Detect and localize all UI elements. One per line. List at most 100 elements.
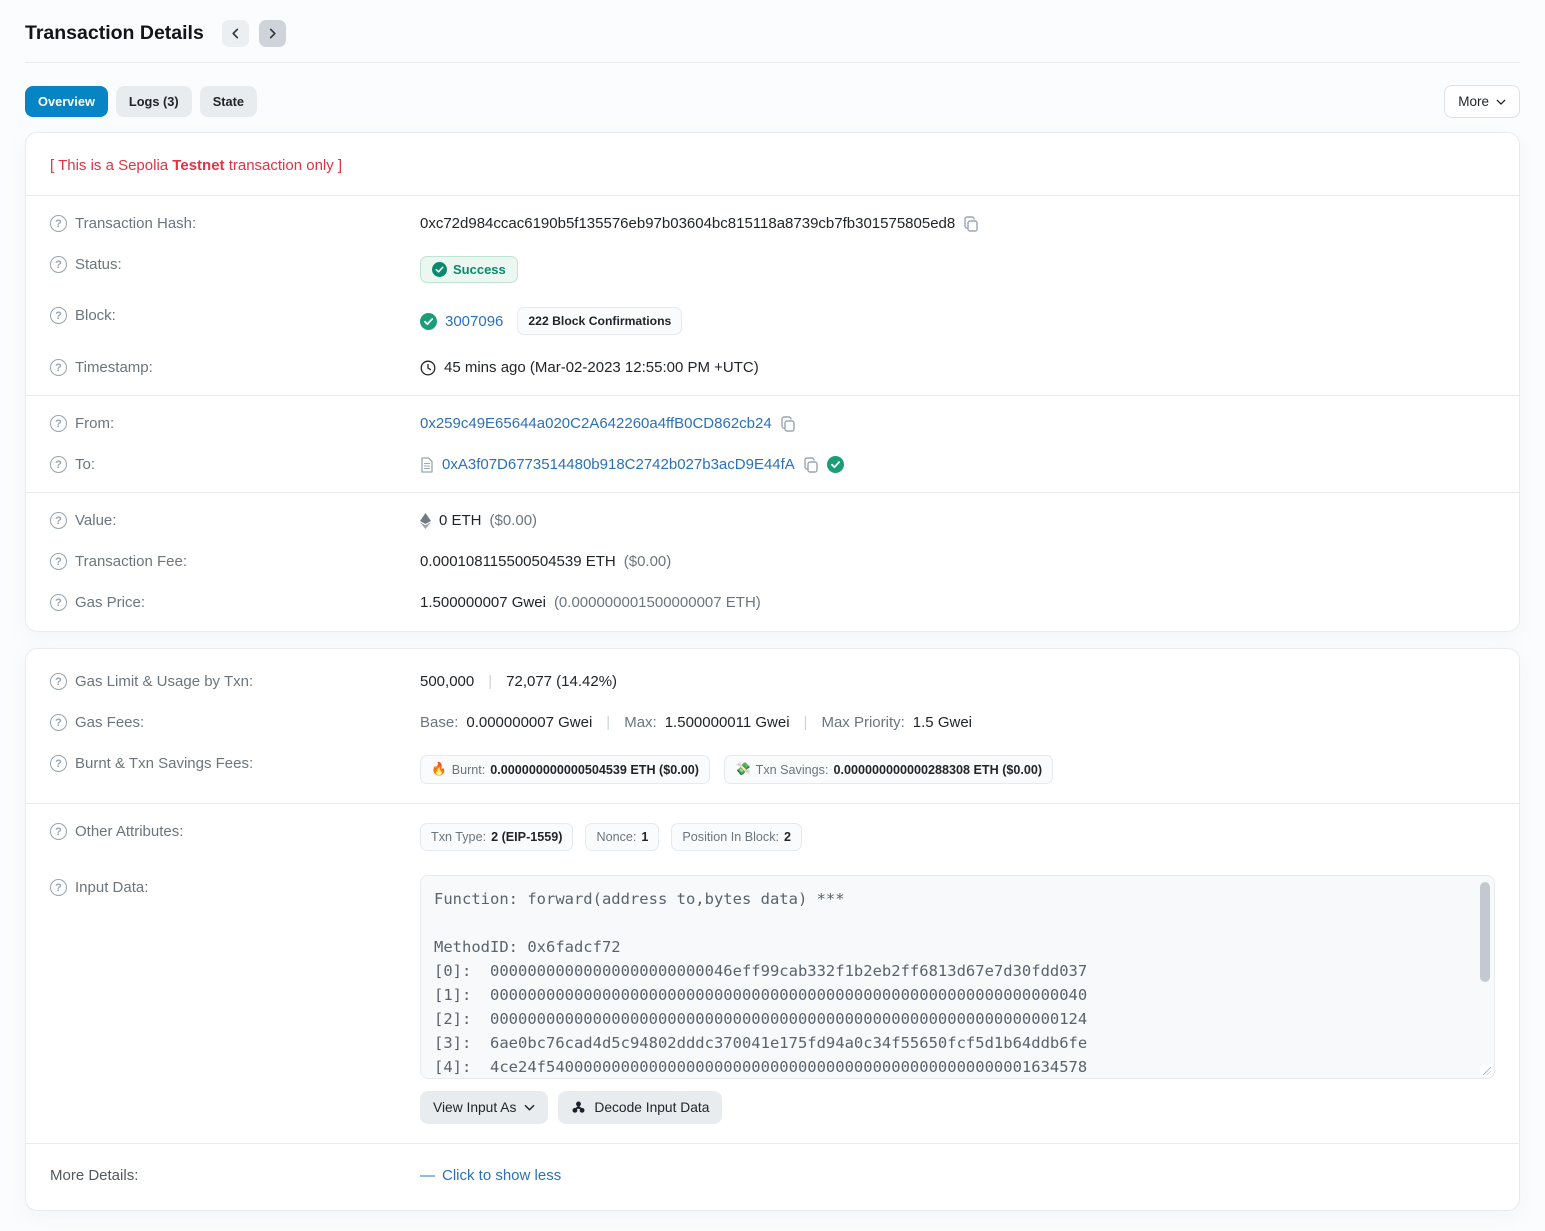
input-data-label: Input Data:: [75, 879, 148, 896]
fire-icon: 🔥: [431, 762, 447, 777]
divider: [26, 492, 1519, 493]
txn-savings-value: 0.000000000000288308 ETH ($0.00): [833, 763, 1042, 777]
header-divider: [25, 62, 1520, 63]
tab-overview[interactable]: Overview: [25, 86, 108, 117]
transaction-fee-label: Transaction Fee:: [75, 553, 187, 570]
status-row: ? Status: Success: [50, 244, 1495, 295]
from-row: ? From: 0x259c49E65644a020C2A642260a4ffB…: [50, 403, 1495, 444]
resize-handle[interactable]: [1480, 1064, 1493, 1077]
tabs-row: Overview Logs (3) State More: [25, 85, 1520, 118]
to-row: ? To: 0xA3f07D6773514480b918C2742b027b3a…: [50, 444, 1495, 485]
gas-limit-label: Gas Limit & Usage by Txn:: [75, 673, 253, 690]
block-number-link[interactable]: 3007096: [445, 313, 503, 330]
block-label: Block:: [75, 307, 116, 324]
help-icon[interactable]: ?: [50, 415, 67, 432]
input-data-row: ? Input Data: Function: forward(address …: [50, 863, 1495, 1136]
gas-price-amount: 1.500000007 Gwei: [420, 594, 546, 611]
chevron-down-icon: [524, 1102, 535, 1113]
page-header: Transaction Details: [25, 0, 1520, 47]
copy-icon: [780, 416, 796, 432]
burnt-savings-row: ? Burnt & Txn Savings Fees: 🔥 Burnt: 0.0…: [50, 743, 1495, 796]
help-icon[interactable]: ?: [50, 553, 67, 570]
value-usd: ($0.00): [490, 512, 538, 529]
position-label: Position In Block:: [682, 830, 779, 844]
from-label: From:: [75, 415, 114, 432]
txn-type-label: Txn Type:: [431, 830, 486, 844]
help-icon[interactable]: ?: [50, 512, 67, 529]
next-transaction-button[interactable]: [259, 20, 286, 47]
input-data-buttons: View Input As Decode Input Data: [420, 1091, 1495, 1124]
more-button[interactable]: More: [1444, 85, 1520, 118]
transaction-fee-usd: ($0.00): [624, 553, 672, 570]
decode-input-data-button[interactable]: Decode Input Data: [558, 1091, 722, 1124]
money-wings-icon: 💸: [735, 762, 751, 777]
show-less-link[interactable]: — Click to show less: [420, 1167, 561, 1184]
separator: |: [798, 714, 814, 731]
copy-icon: [963, 216, 979, 232]
more-details-row: More Details: — Click to show less: [50, 1151, 1495, 1202]
timestamp-value: 45 mins ago (Mar-02-2023 12:55:00 PM +UT…: [444, 359, 759, 376]
timestamp-label: Timestamp:: [75, 359, 153, 376]
block-row: ? Block: 3007096 222 Block Confirmations: [50, 295, 1495, 347]
help-icon[interactable]: ?: [50, 879, 67, 896]
burnt-label: Burnt:: [452, 763, 486, 777]
nonce-value: 1: [641, 830, 648, 844]
transaction-fee-amount: 0.000108115500504539 ETH: [420, 553, 616, 570]
decode-input-data-label: Decode Input Data: [594, 1100, 709, 1115]
help-icon[interactable]: ?: [50, 456, 67, 473]
copy-from-button[interactable]: [780, 416, 796, 432]
details-card: ? Gas Limit & Usage by Txn: 500,000 | 72…: [25, 648, 1520, 1211]
nonce-badge: Nonce: 1: [585, 823, 659, 851]
view-input-as-label: View Input As: [433, 1100, 516, 1115]
value-amount: 0 ETH: [439, 512, 482, 529]
copy-to-button[interactable]: [803, 457, 819, 473]
value-label: Value:: [75, 512, 116, 529]
txn-savings-badge: 💸 Txn Savings: 0.000000000000288308 ETH …: [724, 755, 1053, 784]
gas-limit-value: 500,000: [420, 673, 474, 690]
txn-savings-label: Txn Savings:: [756, 763, 829, 777]
timestamp-row: ? Timestamp: 45 mins ago (Mar-02-2023 12…: [50, 347, 1495, 388]
tab-logs[interactable]: Logs (3): [116, 86, 192, 117]
burnt-savings-label: Burnt & Txn Savings Fees:: [75, 755, 253, 772]
gas-fees-label: Gas Fees:: [75, 714, 144, 731]
gas-price-eth: (0.000000001500000007 ETH): [554, 594, 761, 611]
copy-hash-button[interactable]: [963, 216, 979, 232]
contract-file-icon: [420, 457, 434, 473]
previous-transaction-button[interactable]: [222, 20, 249, 47]
position-value: 2: [784, 830, 791, 844]
help-icon[interactable]: ?: [50, 823, 67, 840]
help-icon[interactable]: ?: [50, 359, 67, 376]
max-fee-value: 1.500000011 Gwei: [665, 714, 790, 731]
view-input-as-button[interactable]: View Input As: [420, 1091, 548, 1124]
help-icon[interactable]: ?: [50, 714, 67, 731]
base-fee-value: 0.000000007 Gwei: [466, 714, 592, 731]
gas-fees-row: ? Gas Fees: Base: 0.000000007 Gwei | Max…: [50, 702, 1495, 743]
position-in-block-badge: Position In Block: 2: [671, 823, 802, 851]
from-address-link[interactable]: 0x259c49E65644a020C2A642260a4ffB0CD862cb…: [420, 415, 772, 432]
divider: [26, 195, 1519, 196]
max-fee-label: Max:: [624, 714, 657, 731]
help-icon[interactable]: ?: [50, 673, 67, 690]
transaction-hash-label: Transaction Hash:: [75, 215, 196, 232]
help-icon[interactable]: ?: [50, 755, 67, 772]
gas-limit-row: ? Gas Limit & Usage by Txn: 500,000 | 72…: [50, 657, 1495, 702]
scrollbar-thumb[interactable]: [1480, 882, 1490, 982]
chevron-right-icon: [267, 28, 278, 39]
help-icon[interactable]: ?: [50, 215, 67, 232]
block-confirmations-text: 222 Block Confirmations: [528, 314, 671, 328]
input-data-textarea[interactable]: Function: forward(address to,bytes data)…: [420, 875, 1495, 1079]
help-icon[interactable]: ?: [50, 256, 67, 273]
separator: |: [600, 714, 616, 731]
minus-icon: —: [420, 1167, 435, 1184]
tab-state[interactable]: State: [200, 86, 257, 117]
help-icon[interactable]: ?: [50, 307, 67, 324]
other-attributes-label: Other Attributes:: [75, 823, 183, 840]
testnet-notice: [ This is a Sepolia Testnet transaction …: [50, 157, 342, 174]
help-icon[interactable]: ?: [50, 594, 67, 611]
txn-type-value: 2 (EIP-1559): [491, 830, 562, 844]
check-circle-icon: [420, 313, 437, 330]
divider: [26, 1143, 1519, 1144]
to-address-link[interactable]: 0xA3f07D6773514480b918C2742b027b3acD9E44…: [442, 456, 795, 473]
chevron-left-icon: [230, 28, 241, 39]
divider: [26, 395, 1519, 396]
